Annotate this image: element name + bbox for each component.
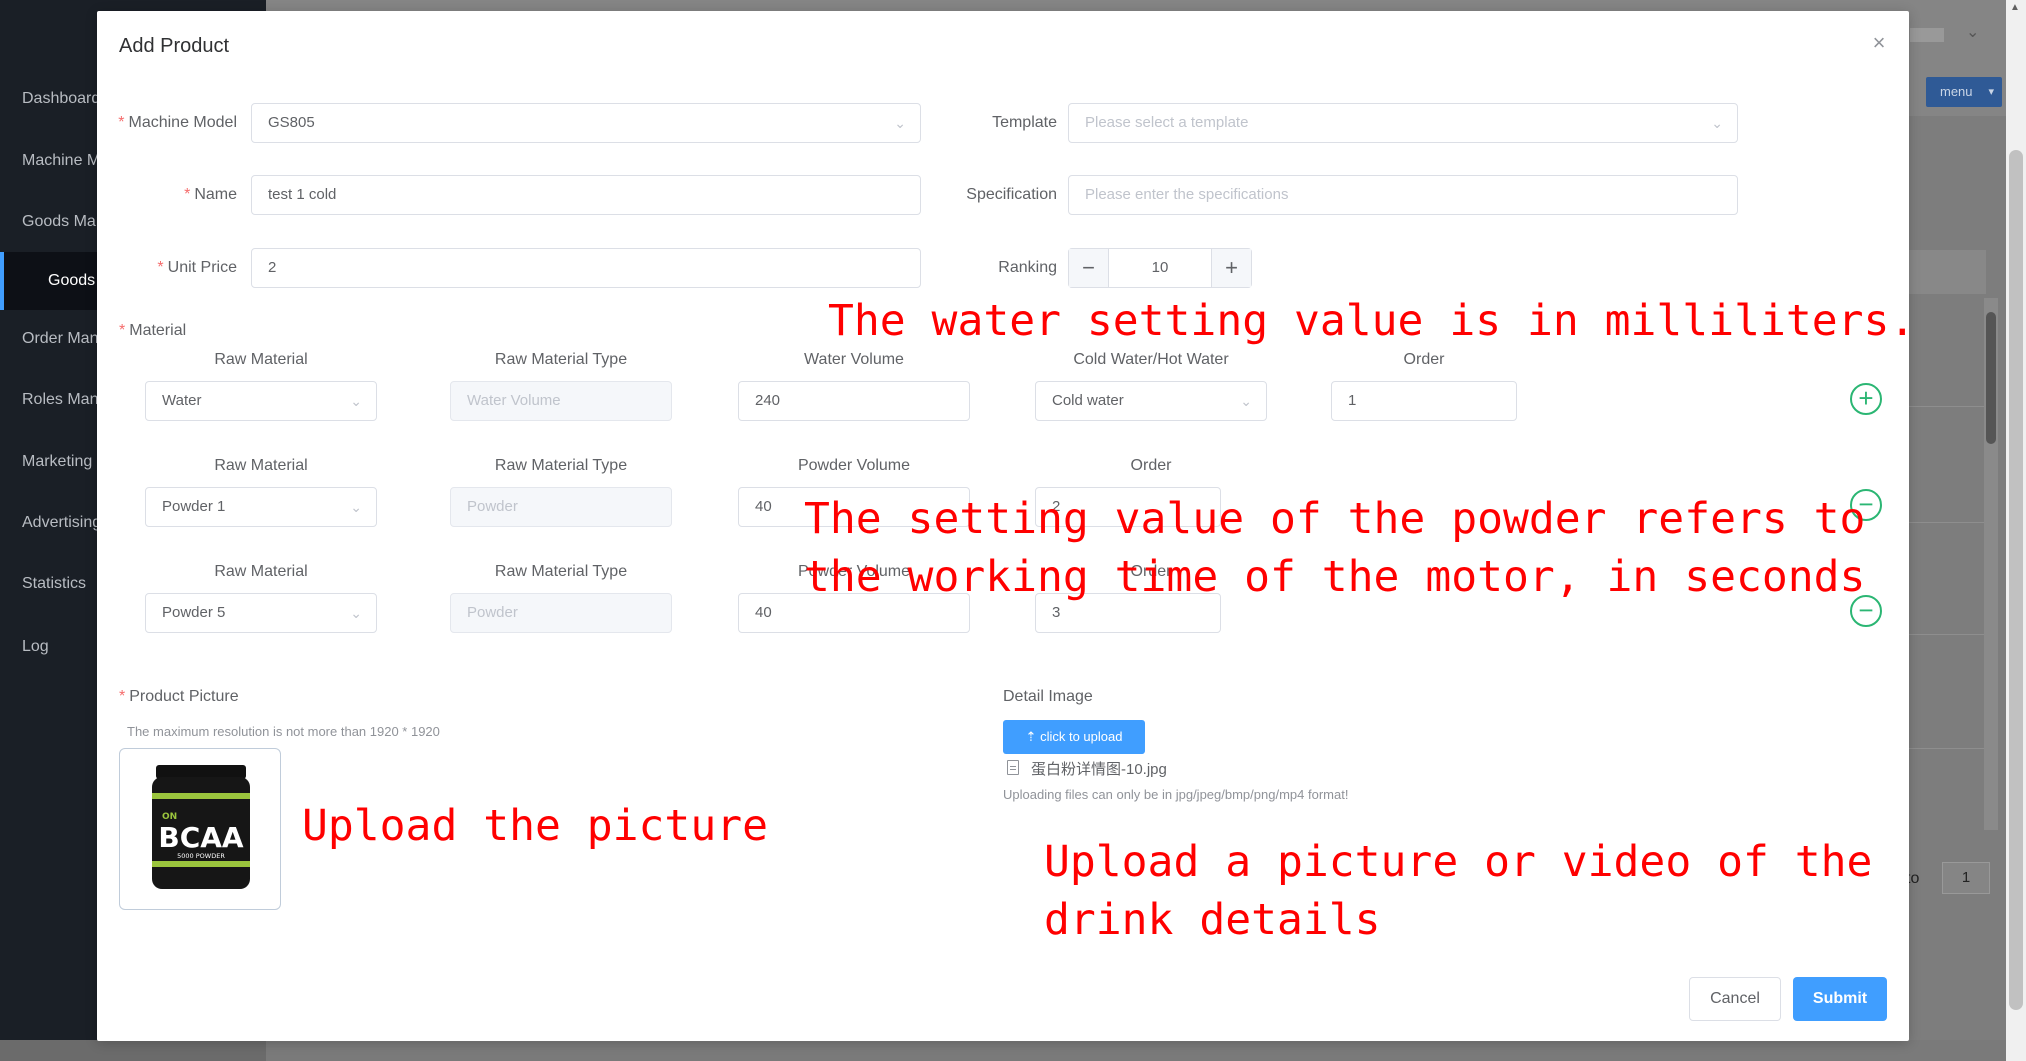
jar-title: BCAA bbox=[158, 821, 244, 854]
chevron-down-icon: ⌄ bbox=[1711, 115, 1723, 131]
window-scrollbar-thumb[interactable] bbox=[2009, 150, 2023, 1010]
chevron-down-icon: ⌄ bbox=[894, 115, 906, 131]
annotation-water: The water setting value is in milliliter… bbox=[828, 296, 1916, 346]
product-picture-upload[interactable]: ON BCAA 5000 POWDER bbox=[119, 748, 281, 910]
raw-material-type-header: Raw Material Type bbox=[494, 351, 628, 368]
machine-model-select[interactable]: GS805 ⌄ bbox=[251, 103, 921, 143]
order-header: Order bbox=[1403, 351, 1445, 368]
minus-icon[interactable]: − bbox=[1069, 249, 1109, 287]
dialog-title: Add Product bbox=[119, 35, 230, 57]
template-label: Template bbox=[992, 114, 1057, 131]
horizontal-scrollbar[interactable] bbox=[266, 1040, 2006, 1061]
menu-button[interactable]: menu ▾ bbox=[1926, 77, 2002, 107]
water-temperature-select[interactable]: Cold water ⌄ bbox=[1035, 381, 1267, 421]
unit-price-input[interactable]: 2 bbox=[251, 248, 921, 288]
annotation-detail-line2: drink details bbox=[1044, 895, 1381, 945]
ranking-label: Ranking bbox=[998, 259, 1057, 276]
uploaded-file-name[interactable]: 蛋白粉详情图-10.jpg bbox=[1031, 758, 1167, 779]
chevron-down-icon: ⌄ bbox=[350, 499, 362, 515]
annotation-powder-line2: the working time of the motor, in second… bbox=[804, 552, 1866, 602]
close-icon[interactable]: × bbox=[1867, 31, 1891, 55]
raw-material-header: Raw Material bbox=[214, 563, 308, 580]
annotation-detail-line1: Upload a picture or video of the bbox=[1044, 837, 1873, 887]
product-picture-label: * Product Picture bbox=[119, 688, 239, 705]
raw-material-type-input: Powder bbox=[450, 593, 672, 633]
annotation-upload-picture: Upload the picture bbox=[302, 801, 768, 851]
add-material-icon[interactable]: + bbox=[1850, 383, 1882, 415]
detail-image-hint: Uploading files can only be in jpg/jpeg/… bbox=[1003, 787, 1349, 802]
cancel-button[interactable]: Cancel bbox=[1689, 977, 1781, 1021]
chevron-down-icon: ⌄ bbox=[350, 605, 362, 621]
raw-material-type-header: Raw Material Type bbox=[494, 563, 628, 580]
raw-material-header: Raw Material bbox=[214, 351, 308, 368]
raw-material-select[interactable]: Powder 5 ⌄ bbox=[145, 593, 377, 633]
water-volume-input[interactable]: 240 bbox=[738, 381, 970, 421]
chevron-down-icon: ⌄ bbox=[1240, 393, 1252, 409]
scroll-up-arrow-icon[interactable]: ▲ bbox=[2010, 2, 2020, 13]
chevron-down-icon: ⌄ bbox=[350, 393, 362, 409]
name-input[interactable]: test 1 cold bbox=[251, 175, 921, 215]
sidebar-bottom-bar bbox=[0, 1040, 266, 1061]
product-thumbnail: ON BCAA 5000 POWDER bbox=[152, 765, 250, 889]
file-icon bbox=[1007, 760, 1019, 775]
user-avatar[interactable] bbox=[1910, 28, 1944, 42]
name-label: * Name bbox=[184, 186, 237, 203]
chevron-down-icon: ▾ bbox=[1988, 86, 1994, 98]
ranking-stepper: − 10 + bbox=[1068, 248, 1252, 288]
click-to-upload-button[interactable]: ⇡ click to upload bbox=[1003, 720, 1145, 754]
order-header: Order bbox=[1130, 457, 1172, 474]
annotation-powder-line1: The setting value of the powder refers t… bbox=[804, 494, 1866, 544]
raw-material-select[interactable]: Powder 1 ⌄ bbox=[145, 487, 377, 527]
jar-subtitle: 5000 POWDER bbox=[177, 852, 225, 860]
product-picture-hint: The maximum resolution is not more than … bbox=[127, 724, 440, 739]
cold-hot-water-header: Cold Water/Hot Water bbox=[1073, 351, 1229, 368]
detail-image-label: Detail Image bbox=[1003, 688, 1093, 705]
pager-goto-input[interactable]: 1 bbox=[1942, 862, 1990, 894]
raw-material-select[interactable]: Water ⌄ bbox=[145, 381, 377, 421]
chevron-down-icon[interactable]: ⌄ bbox=[1966, 22, 1979, 42]
template-select[interactable]: Please select a template ⌄ bbox=[1068, 103, 1738, 143]
ranking-value[interactable]: 10 bbox=[1109, 249, 1211, 287]
menu-button-label: menu bbox=[1940, 84, 1973, 99]
table-scrollbar-thumb[interactable] bbox=[1986, 312, 1996, 444]
specification-input[interactable]: Please enter the specifications bbox=[1068, 175, 1738, 215]
raw-material-type-input: Powder bbox=[450, 487, 672, 527]
material-label: * Material bbox=[119, 322, 187, 339]
raw-material-type-input: Water Volume bbox=[450, 381, 672, 421]
raw-material-header: Raw Material bbox=[214, 457, 308, 474]
powder-volume-header: Powder Volume bbox=[797, 457, 911, 474]
unit-price-label: * Unit Price bbox=[157, 259, 237, 276]
submit-button[interactable]: Submit bbox=[1793, 977, 1887, 1021]
water-volume-header: Water Volume bbox=[804, 351, 904, 368]
specification-label: Specification bbox=[966, 186, 1057, 203]
machine-model-label: * Machine Model bbox=[118, 114, 237, 131]
plus-icon[interactable]: + bbox=[1211, 249, 1251, 287]
raw-material-type-header: Raw Material Type bbox=[494, 457, 628, 474]
order-input[interactable]: 1 bbox=[1331, 381, 1517, 421]
